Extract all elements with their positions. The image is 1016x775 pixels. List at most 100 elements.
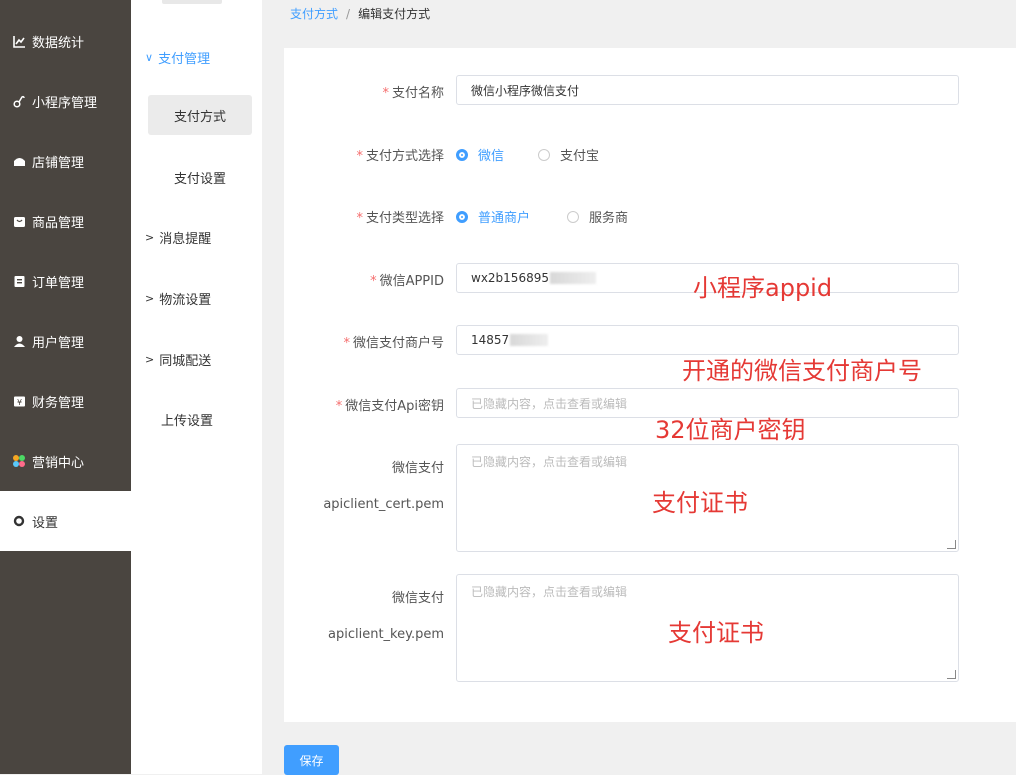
save-button[interactable]: 保存 xyxy=(284,745,339,775)
sidebar-item-label: 店铺管理 xyxy=(32,155,85,171)
sidebar-item-label: 财务管理 xyxy=(32,395,85,411)
radio-wechat[interactable]: 微信 xyxy=(456,145,504,164)
sidebar-item-statistics[interactable]: 数据统计 xyxy=(0,11,131,71)
resize-handle[interactable] xyxy=(947,670,956,679)
textarea-placeholder: 已隐藏内容，点击查看或编辑 xyxy=(471,455,628,469)
required-mark: * xyxy=(382,86,389,101)
label-text: 支付类型选择 xyxy=(365,211,444,226)
input-value: 微信小程序微信支付 xyxy=(471,83,580,98)
required-mark: * xyxy=(370,274,377,289)
radio-dot xyxy=(456,210,468,223)
subnav-item-label: 支付方式 xyxy=(173,109,226,125)
sidebar-item-label: 商品管理 xyxy=(32,215,85,231)
sidebar-item-marketing[interactable]: 营销中心 xyxy=(0,431,131,491)
subnav-group-logistics[interactable]: > 物流设置 xyxy=(145,289,211,308)
subnav-group-payment[interactable]: ∨ 支付管理 xyxy=(145,48,210,67)
subnav-item-upload-settings[interactable]: 上传设置 xyxy=(161,410,213,429)
sidebar-item-users[interactable]: 用户管理 xyxy=(0,311,131,371)
subnav-item-payment-settings[interactable]: 支付设置 xyxy=(148,157,252,197)
required-mark: * xyxy=(343,336,350,351)
subnav-item-label: 支付设置 xyxy=(173,171,226,187)
subnav-item-payment-method[interactable]: 支付方式 xyxy=(148,95,252,135)
breadcrumb: 支付方式 / 编辑支付方式 xyxy=(290,5,430,22)
api-key-label: * 微信支付Api密钥 xyxy=(284,395,444,414)
sidebar-item-settings[interactable]: 设置 xyxy=(0,491,131,551)
required-mark: * xyxy=(356,211,363,226)
resize-handle[interactable] xyxy=(947,540,956,549)
required-mark: * xyxy=(335,399,343,414)
sub-navigation: ∨ 支付管理 支付方式 支付设置 > 消息提醒 > 物流设置 > 同城配送 上传… xyxy=(131,0,262,774)
redacted-blur xyxy=(510,334,549,346)
sidebar-item-miniprogram[interactable]: 小程序管理 xyxy=(0,71,131,131)
sidebar-item-finance[interactable]: ¥ 财务管理 xyxy=(0,371,131,431)
sidebar-item-label: 用户管理 xyxy=(32,335,85,351)
required-mark: * xyxy=(356,149,363,164)
sidebar-item-label: 营销中心 xyxy=(32,455,85,471)
shop-icon xyxy=(12,154,26,168)
pay-method-label: * 支付方式选择 xyxy=(284,145,444,164)
key-label-line2: apiclient_key.pem xyxy=(328,627,444,642)
settings-icon xyxy=(12,514,26,528)
chevron-down-icon: ∨ xyxy=(145,51,154,64)
pay-type-label: * 支付类型选择 xyxy=(284,207,444,226)
radio-service-provider[interactable]: 服务商 xyxy=(567,207,628,226)
line-chart-icon xyxy=(12,34,26,48)
chevron-right-icon: > xyxy=(145,231,155,244)
order-icon xyxy=(12,274,26,288)
sidebar-item-label: 数据统计 xyxy=(32,35,85,51)
svg-text:¥: ¥ xyxy=(16,398,21,407)
chevron-right-icon: > xyxy=(145,353,155,366)
breadcrumb-separator: / xyxy=(346,7,351,21)
appid-label: * 微信APPID xyxy=(284,270,444,289)
radio-label: 服务商 xyxy=(589,211,629,226)
sidebar-item-goods[interactable]: 商品管理 xyxy=(0,191,131,251)
radio-label: 微信 xyxy=(478,149,505,164)
annotation-mch: 开通的微信支付商户号 xyxy=(682,357,922,385)
breadcrumb-parent-link[interactable]: 支付方式 xyxy=(290,7,338,21)
input-placeholder: 已隐藏内容，点击查看或编辑 xyxy=(471,396,628,411)
radio-dot xyxy=(538,148,550,161)
annotation-cert: 支付证书 xyxy=(652,489,748,517)
radio-alipay[interactable]: 支付宝 xyxy=(538,145,599,164)
radio-label: 支付宝 xyxy=(560,149,600,164)
marketing-icon xyxy=(12,454,26,468)
subnav-group-local-delivery[interactable]: > 同城配送 xyxy=(145,350,211,369)
pay-name-label: * 支付名称 xyxy=(284,82,444,101)
main-sidebar: 数据统计 小程序管理 店铺管理 商品管理 订单管理 用户管理 ¥ 财务管理 营销… xyxy=(0,0,131,774)
label-text: 微信支付商户号 xyxy=(352,336,444,351)
label-text: 支付名称 xyxy=(391,86,444,101)
cropped-menu-item xyxy=(162,0,222,4)
input-value: wx2b156895 xyxy=(471,271,549,285)
sidebar-item-label: 订单管理 xyxy=(32,275,85,291)
subnav-group-label: 同城配送 xyxy=(159,354,212,369)
radio-dot xyxy=(456,148,468,161)
textarea-placeholder: 已隐藏内容，点击查看或编辑 xyxy=(471,585,628,599)
sidebar-item-shop[interactable]: 店铺管理 xyxy=(0,131,131,191)
user-icon xyxy=(12,334,26,348)
finance-icon: ¥ xyxy=(12,394,26,408)
subnav-group-label: 消息提醒 xyxy=(159,232,212,247)
sidebar-item-label: 设置 xyxy=(32,515,59,531)
label-text: 支付方式选择 xyxy=(365,149,444,164)
subnav-group-message[interactable]: > 消息提醒 xyxy=(145,228,211,247)
label-text: 微信APPID xyxy=(379,274,444,289)
cert-label-line2: apiclient_cert.pem xyxy=(323,497,444,512)
label-text: 微信支付Api密钥 xyxy=(345,399,444,414)
link-icon xyxy=(12,94,26,108)
input-value: 14857 xyxy=(471,333,510,347)
subnav-item-label: 上传设置 xyxy=(161,414,214,429)
breadcrumb-current: 编辑支付方式 xyxy=(358,7,431,21)
sidebar-item-label: 小程序管理 xyxy=(32,95,98,111)
subnav-group-label: 支付管理 xyxy=(158,52,211,67)
cert-label-line1: 微信支付 xyxy=(391,461,444,476)
radio-normal-merchant[interactable]: 普通商户 xyxy=(456,207,530,226)
annotation-key: 支付证书 xyxy=(668,619,764,647)
key-label-line1: 微信支付 xyxy=(391,591,444,606)
sidebar-item-orders[interactable]: 订单管理 xyxy=(0,251,131,311)
redacted-blur xyxy=(549,272,596,284)
subnav-group-label: 物流设置 xyxy=(159,293,212,308)
radio-label: 普通商户 xyxy=(478,211,531,226)
annotation-api-key: 32位商户密钥 xyxy=(655,416,806,444)
pay-name-input[interactable]: 微信小程序微信支付 xyxy=(456,75,959,105)
radio-dot xyxy=(567,210,579,223)
